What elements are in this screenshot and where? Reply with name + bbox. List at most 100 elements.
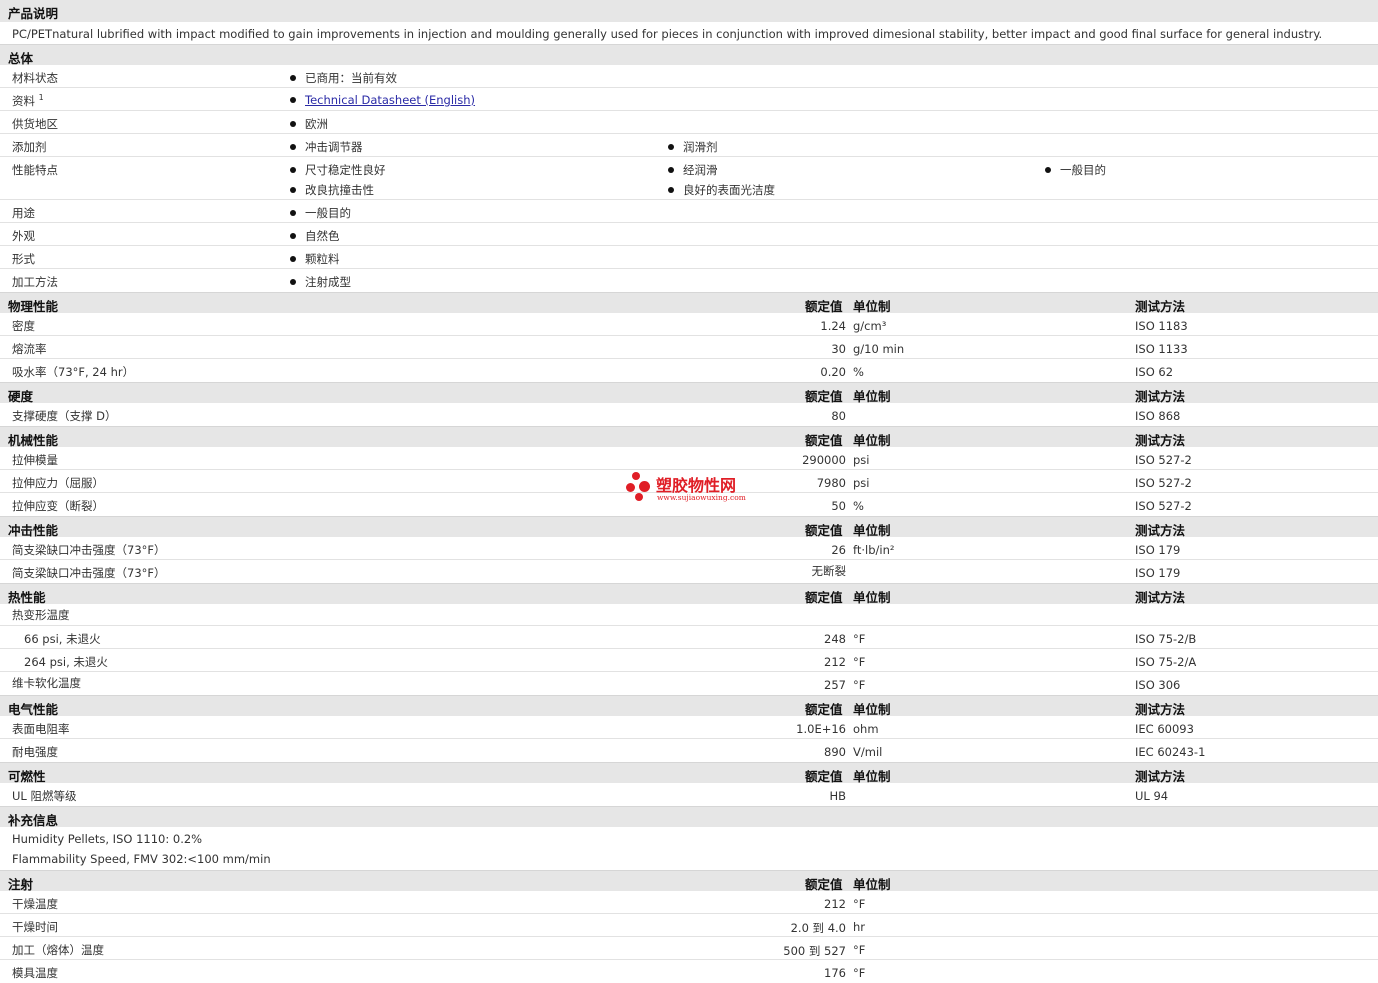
table-row: 66 psi, 未退火 248 °F ISO 75-2/B <box>0 626 1378 649</box>
property-value: 2.0 到 4.0 <box>790 921 846 935</box>
description-row: PC/PETnatural lubrified with impact modi… <box>0 22 1378 44</box>
footnote-marker: 1 <box>38 93 44 102</box>
row-label: 资料 1 <box>12 93 44 109</box>
test-method: IEC 60243-1 <box>1135 745 1206 759</box>
test-method: ISO 527-2 <box>1135 499 1192 513</box>
property-label: 简支梁缺口冲击强度（73°F） <box>12 543 166 557</box>
property-label: 表面电阻率 <box>12 722 70 736</box>
test-method: ISO 179 <box>1135 566 1181 580</box>
property-label: 加工（熔体）温度 <box>12 943 104 957</box>
property-unit: °F <box>853 632 866 646</box>
property-unit: °F <box>853 943 866 957</box>
feature-value: 良好的表面光洁度 <box>668 182 775 198</box>
test-method: ISO 62 <box>1135 365 1174 379</box>
property-label: UL 阻燃等级 <box>12 789 77 803</box>
test-method: ISO 1133 <box>1135 342 1188 356</box>
property-unit: % <box>853 499 864 513</box>
feature-value: 经润滑 <box>668 162 718 178</box>
use-value: 一般目的 <box>290 205 351 221</box>
region-value: 欧洲 <box>290 116 328 132</box>
property-label: 66 psi, 未退火 <box>24 632 101 646</box>
row-appearance: 外观 自然色 <box>0 223 1378 246</box>
property-unit: °F <box>853 655 866 669</box>
note-row: Humidity Pellets, ISO 1110: 0.2% <box>0 829 1378 849</box>
row-label: 性能特点 <box>12 163 58 177</box>
table-row: 表面电阻率 1.0E+16 ohm IEC 60093 <box>0 716 1378 739</box>
property-unit: °F <box>853 678 866 692</box>
section-title: 产品说明 <box>8 6 59 21</box>
status-value: 已商用：当前有效 <box>290 70 397 86</box>
row-region: 供货地区 欧洲 <box>0 111 1378 134</box>
section-header-hardness: 硬度 额定值 单位制 测试方法 <box>0 382 1378 404</box>
property-label: 拉伸应力（屈服） <box>12 476 104 490</box>
test-method: ISO 306 <box>1135 678 1181 692</box>
table-row: 加工（熔体）温度 500 到 527 °F <box>0 937 1378 960</box>
watermark-logo: 塑胶物性网 www.sujiaowuxing.com <box>626 472 776 506</box>
property-value: 1.24 <box>820 319 846 333</box>
property-value: 26 <box>831 543 846 557</box>
note-text: Humidity Pellets, ISO 1110: 0.2% <box>12 832 203 846</box>
section-title: 补充信息 <box>8 813 59 828</box>
property-value: 890 <box>824 745 846 759</box>
property-value: HB <box>829 789 846 803</box>
property-label: 密度 <box>12 319 35 333</box>
property-label: 维卡软化温度 <box>12 676 81 690</box>
logo-dot-icon <box>632 472 640 480</box>
test-method: ISO 1183 <box>1135 319 1188 333</box>
row-documents: 资料 1 Technical Datasheet (English) <box>0 88 1378 111</box>
property-value: 7980 <box>816 476 846 490</box>
row-label: 供货地区 <box>12 117 58 131</box>
section-header-flammability: 可燃性 额定值 单位制 测试方法 <box>0 762 1378 784</box>
test-method: IEC 60093 <box>1135 722 1194 736</box>
property-value: 0.20 <box>820 365 846 379</box>
test-method: UL 94 <box>1135 789 1169 803</box>
section-header-supplement: 补充信息 <box>0 806 1378 828</box>
property-value: 212 <box>824 897 846 911</box>
property-value: 212 <box>824 655 846 669</box>
table-row: UL 阻燃等级 HB UL 94 <box>0 783 1378 806</box>
property-unit: ohm <box>853 722 879 736</box>
property-unit: °F <box>853 966 866 980</box>
section-header-thermal: 热性能 额定值 单位制 测试方法 <box>0 583 1378 605</box>
property-value: 500 到 527 <box>783 944 846 958</box>
row-label: 添加剂 <box>12 140 47 154</box>
table-row: 拉伸模量 290000 psi ISO 527-2 <box>0 447 1378 470</box>
property-unit: psi <box>853 453 870 467</box>
property-unit: V/mil <box>853 745 883 759</box>
table-row: 干燥时间 2.0 到 4.0 hr <box>0 914 1378 937</box>
feature-value: 改良抗撞击性 <box>290 182 374 198</box>
table-row: 密度 1.24 g/cm³ ISO 1183 <box>0 313 1378 336</box>
property-unit: hr <box>853 920 866 934</box>
section-header-description: 产品说明 <box>0 0 1378 22</box>
row-label: 材料状态 <box>12 71 58 85</box>
note-row: Flammability Speed, FMV 302:<100 mm/min <box>0 849 1378 870</box>
row-additive: 添加剂 冲击调节器 润滑剂 <box>0 134 1378 157</box>
property-label: 模具温度 <box>12 966 58 980</box>
test-method: ISO 179 <box>1135 543 1181 557</box>
feature-value: 一般目的 <box>1045 162 1106 178</box>
docs-bullet: Technical Datasheet (English) <box>290 93 475 107</box>
logo-dot-icon <box>635 493 643 501</box>
row-process: 加工方法 注射成型 <box>0 269 1378 292</box>
row-label: 加工方法 <box>12 275 58 289</box>
property-unit: ft·lb/in² <box>853 543 895 557</box>
row-use: 用途 一般目的 <box>0 200 1378 223</box>
test-method: ISO 527-2 <box>1135 476 1192 490</box>
property-value: 1.0E+16 <box>796 722 846 736</box>
property-unit: g/10 min <box>853 342 905 356</box>
property-value: 30 <box>831 342 846 356</box>
property-value: 80 <box>831 409 846 423</box>
section-header-mechanical: 机械性能 额定值 单位制 测试方法 <box>0 426 1378 448</box>
row-label: 用途 <box>12 206 35 220</box>
property-label: 吸水率（73°F, 24 hr） <box>12 365 135 379</box>
table-row: 简支梁缺口冲击强度（73°F） 26 ft·lb/in² ISO 179 <box>0 537 1378 560</box>
property-value: 290000 <box>802 453 846 467</box>
test-method: ISO 868 <box>1135 409 1181 423</box>
property-unit: psi <box>853 476 870 490</box>
property-value: 257 <box>824 678 846 692</box>
table-row: 支撑硬度（支撑 D） 80 ISO 868 <box>0 403 1378 426</box>
additive-value: 冲击调节器 <box>290 139 363 155</box>
appearance-value: 自然色 <box>290 228 340 244</box>
logo-dot-icon <box>626 483 635 492</box>
technical-datasheet-link[interactable]: Technical Datasheet (English) <box>305 93 475 107</box>
